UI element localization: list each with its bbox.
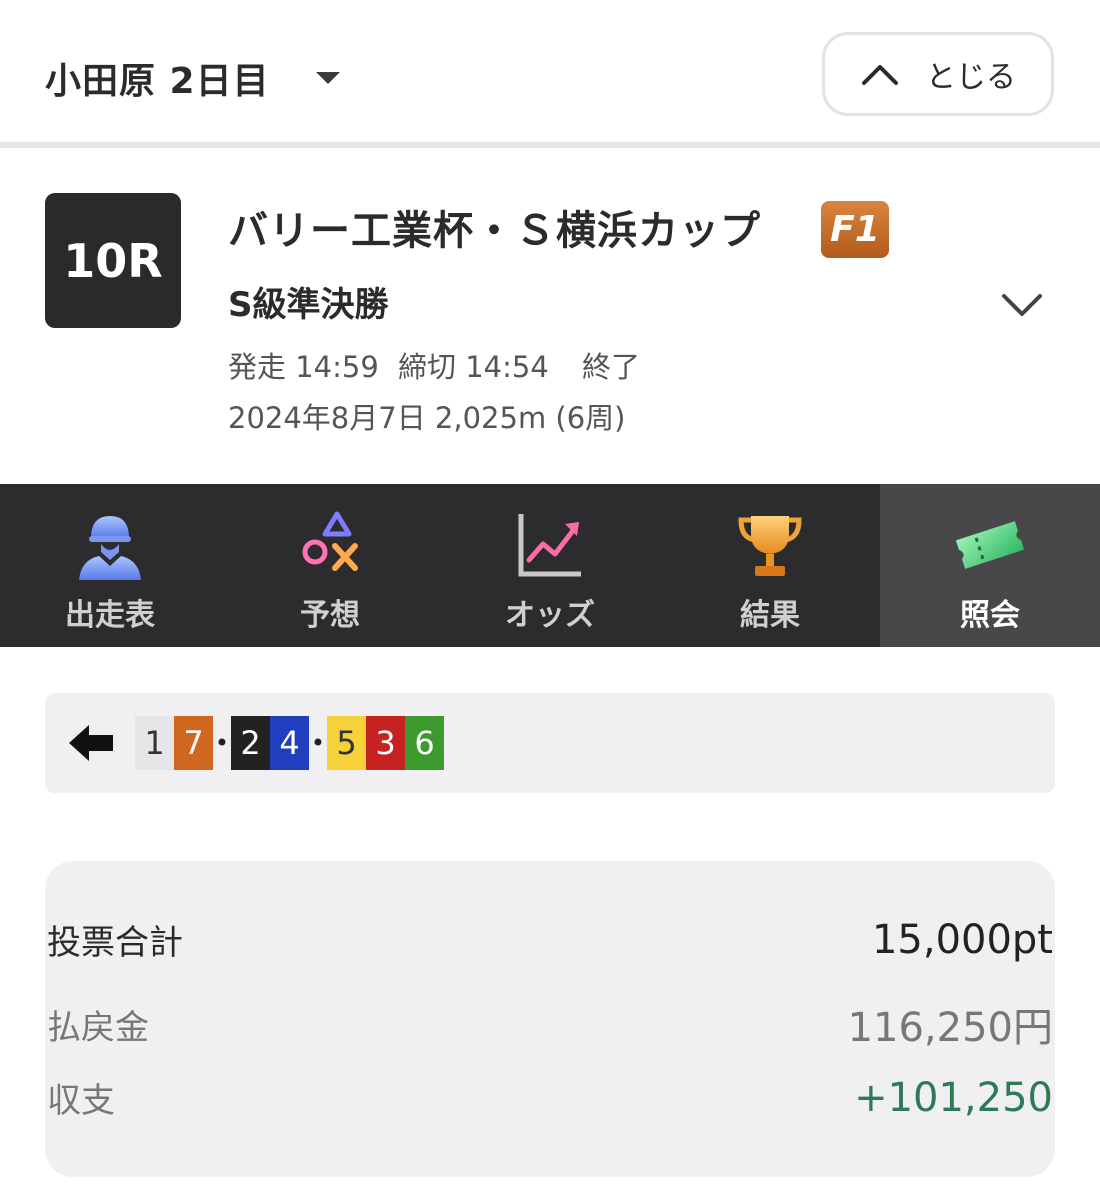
deadline-time: 締切 14:54: [398, 350, 549, 384]
tab-label: 照会: [960, 598, 1020, 633]
separator: •: [214, 729, 230, 757]
tab-results[interactable]: 結果: [660, 484, 880, 647]
grade-badge: F1: [821, 201, 889, 258]
tab-label: 結果: [740, 598, 800, 633]
balance-label: 収支: [47, 1081, 115, 1121]
trophy-icon: [738, 516, 802, 576]
race-status: 終了: [582, 350, 641, 384]
odds-chart-icon: [518, 514, 581, 577]
tab-label: オッズ: [505, 598, 595, 633]
tab-inquiry[interactable]: 照会: [880, 484, 1100, 647]
chevron-up-icon: [862, 65, 898, 85]
race-title: バリー工業杯・Ｓ横浜カップ: [228, 208, 761, 254]
bike-number: 1: [135, 716, 174, 770]
prediction-marks-icon: [302, 511, 358, 571]
chevron-down-icon[interactable]: [1000, 290, 1044, 320]
race-date-distance: 2024年8月7日 2,025m (6周): [228, 401, 626, 435]
tab-label: 予想: [300, 598, 360, 633]
bet-combination: 1 7 • 2 4 • 5 3 6: [45, 693, 1055, 793]
ticket-icon: [955, 521, 1025, 569]
close-button[interactable]: とじる: [822, 32, 1054, 116]
tab-bar: 出走表 予想 オッズ 結果 照会: [0, 484, 1100, 647]
header: 小田原 2日目 とじる: [0, 0, 1100, 142]
bike-number: 6: [405, 716, 444, 770]
header-divider: [0, 142, 1100, 148]
start-time: 発走 14:59: [228, 350, 379, 384]
venue-selector[interactable]: 小田原 2日目: [45, 52, 340, 104]
tab-label: 出走表: [65, 598, 155, 633]
bike-number: 3: [366, 716, 405, 770]
bike-number: 7: [174, 716, 213, 770]
tab-odds[interactable]: オッズ: [440, 484, 660, 647]
bike-number: 4: [270, 716, 309, 770]
race-times: 発走 14:59 締切 14:54 終了: [228, 344, 650, 386]
total-bet-row: 投票合計 15,000pt: [47, 915, 1053, 964]
tab-entries[interactable]: 出走表: [0, 484, 220, 647]
balance-row: 収支 +101,250: [47, 1073, 1053, 1122]
balance-value: +101,250: [854, 1074, 1053, 1121]
payout-value: 116,250円: [847, 1005, 1053, 1051]
total-bet-value: 15,000pt: [871, 916, 1053, 963]
close-label: とじる: [926, 60, 1016, 95]
payout-label: 払戻金: [47, 1007, 149, 1048]
race-subtitle: S級準決勝: [228, 285, 389, 325]
tab-prediction[interactable]: 予想: [220, 484, 440, 647]
bike-number: 5: [327, 716, 366, 770]
race-number-badge: 10R: [45, 193, 181, 328]
bike-number: 2: [231, 716, 270, 770]
venue-name: 小田原 2日目: [45, 61, 270, 102]
caret-down-icon: [315, 72, 340, 84]
arrow-left-icon: [69, 725, 113, 761]
total-bet-label: 投票合計: [47, 923, 183, 963]
separator: •: [310, 729, 326, 757]
rider-icon: [79, 516, 141, 580]
payout-row: 払戻金 116,250円: [47, 995, 1053, 1053]
